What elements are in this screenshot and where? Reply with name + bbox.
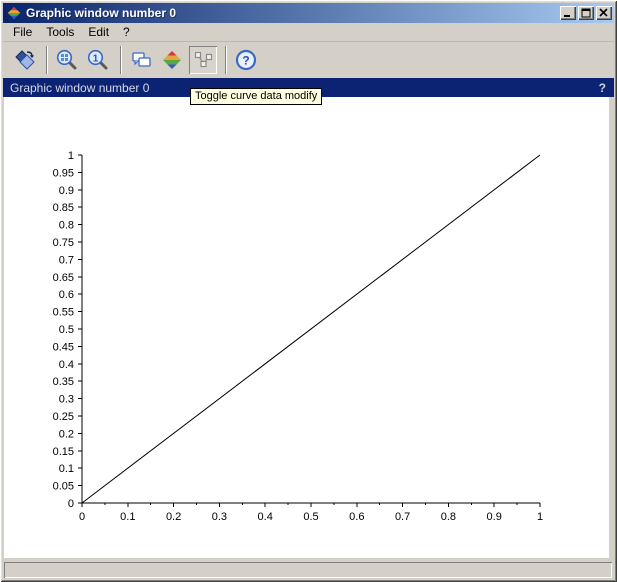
status-bar (4, 562, 612, 578)
zoom-area-button[interactable] (53, 46, 81, 74)
svg-text:0.4: 0.4 (258, 511, 273, 523)
svg-text:0.8: 0.8 (59, 220, 74, 232)
menu-file[interactable]: File (6, 23, 39, 41)
svg-text:0.4: 0.4 (59, 359, 74, 371)
svg-text:1: 1 (93, 54, 99, 65)
svg-text:0.1: 0.1 (120, 511, 135, 523)
svg-text:1: 1 (537, 511, 543, 523)
svg-text:0.7: 0.7 (395, 511, 410, 523)
maximize-button[interactable] (578, 6, 594, 20)
svg-text:0.45: 0.45 (53, 341, 74, 353)
edit-figure-icon (163, 51, 181, 69)
svg-text:0.55: 0.55 (53, 307, 74, 319)
svg-text:0.6: 0.6 (349, 511, 364, 523)
svg-text:0.1: 0.1 (59, 463, 74, 475)
zoom-original-icon: 1 (87, 49, 108, 70)
svg-text:0.15: 0.15 (53, 446, 74, 458)
svg-text:0.6: 0.6 (59, 289, 74, 301)
help-icon: ? (235, 49, 257, 71)
title-bar[interactable]: Graphic window number 0 (3, 3, 614, 23)
toolbar-separator (46, 46, 48, 74)
maximize-icon (581, 8, 591, 18)
svg-text:0.25: 0.25 (53, 411, 74, 423)
menu-bar: File Tools Edit ? (3, 23, 614, 41)
zoom-original-button[interactable]: 1 (84, 46, 112, 74)
menu-edit[interactable]: Edit (81, 23, 116, 41)
minimize-button[interactable] (560, 6, 576, 20)
svg-text:0.9: 0.9 (59, 185, 74, 197)
scilab-app-icon (7, 6, 21, 20)
datatips-icon (132, 52, 151, 67)
svg-text:0.95: 0.95 (53, 167, 74, 179)
close-button[interactable] (596, 6, 612, 20)
svg-text:0: 0 (79, 511, 85, 523)
menu-tools[interactable]: Tools (39, 23, 81, 41)
toolbar-tooltip: Toggle curve data modify (190, 88, 323, 105)
svg-text:0.65: 0.65 (53, 272, 74, 284)
window-title: Graphic window number 0 (26, 6, 177, 20)
svg-text:0.9: 0.9 (487, 511, 502, 523)
svg-text:0.3: 0.3 (59, 394, 74, 406)
toolbar-separator (225, 46, 227, 74)
zoom-area-icon (56, 49, 77, 70)
rotate-3d-icon (15, 50, 35, 70)
svg-text:?: ? (242, 54, 249, 68)
svg-text:0.35: 0.35 (53, 376, 74, 388)
toolbar-separator (120, 46, 122, 74)
svg-text:0.5: 0.5 (59, 324, 74, 336)
minimize-icon (564, 15, 570, 17)
edit-figure-button[interactable] (158, 46, 186, 74)
curve-data-modify-button[interactable] (189, 46, 217, 74)
menu-help[interactable]: ? (116, 23, 137, 41)
svg-text:1: 1 (68, 150, 74, 162)
svg-text:0.2: 0.2 (166, 511, 181, 523)
inner-frame-help-button[interactable]: ? (599, 81, 606, 95)
graphic-window: Graphic window number 0 File Tools Edit … (0, 0, 617, 582)
svg-text:0.2: 0.2 (59, 428, 74, 440)
toolbar: 1 ? (3, 41, 614, 78)
svg-text:0.7: 0.7 (59, 254, 74, 266)
plot-area: 0 0.05 0.1 0.15 0.2 0.25 0.3 0.35 0.4 0.45 0.5 0.55… (53, 150, 543, 523)
curve-data-modify-icon (194, 51, 213, 68)
inner-frame-title: Graphic window number 0 (10, 80, 150, 95)
svg-text:0.3: 0.3 (212, 511, 227, 523)
svg-text:0.75: 0.75 (53, 237, 74, 249)
svg-text:0.5: 0.5 (303, 511, 318, 523)
svg-text:0.85: 0.85 (53, 202, 74, 214)
close-icon (599, 8, 608, 17)
help-button[interactable]: ? (232, 46, 260, 74)
svg-text:0.8: 0.8 (441, 511, 456, 523)
plot-canvas[interactable]: 0 0.05 0.1 0.15 0.2 0.25 0.3 0.35 0.4 0.45 0.5 0.55… (4, 97, 609, 558)
rotate-3d-button[interactable] (10, 46, 38, 74)
datatips-button[interactable] (127, 46, 155, 74)
svg-text:0: 0 (68, 498, 74, 510)
svg-text:0.05: 0.05 (53, 481, 74, 493)
